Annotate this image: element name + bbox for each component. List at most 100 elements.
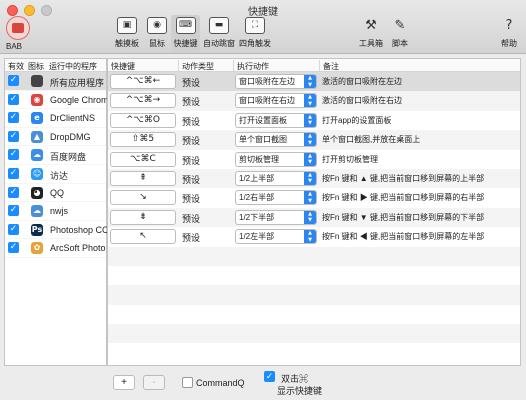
shortcut-row[interactable]: ↘ 预设 1/2右半部 ▲ ▼ 按Fn 键和 ▶ 键,把当前窗口移到屏幕的右半部	[108, 188, 520, 207]
note-label: 打开app的设置面板	[322, 115, 392, 125]
header-icon[interactable]: 图标	[28, 61, 44, 72]
action-select[interactable]: 剪切板管理 ▲ ▼	[235, 151, 317, 167]
chevron-updown-icon: ▲ ▼	[304, 191, 316, 205]
baidu-netdisk-icon: ☁	[31, 149, 43, 162]
app-list-item[interactable]: ✓ ☺ 访达	[5, 165, 106, 184]
app-name-label: QQ	[50, 187, 65, 198]
help-icon: ?	[505, 18, 513, 33]
pencil-icon: ✎	[394, 18, 406, 33]
app-list-item[interactable]: ✓ ◕ QQ	[5, 184, 106, 203]
chevron-updown-icon: ▲ ▼	[304, 75, 316, 88]
app-list-item[interactable]: ✓ ◉ Google Chrome	[5, 91, 108, 110]
chevron-updown-icon: ▲ ▼	[304, 133, 316, 147]
commandq-checkbox[interactable]	[182, 377, 193, 388]
dropdmg-icon: ▲	[31, 130, 43, 143]
shortcut-table: 快捷键 动作类型 执行动作 备注 ^⌥⌘← 预设 窗口吸附在左边 ▲ ▼ 激活的窗口吸附在…	[107, 58, 521, 366]
corners-icon: ⛶	[245, 17, 265, 34]
empty-row	[108, 324, 520, 344]
header-action[interactable]: 执行动作	[234, 61, 269, 72]
shortcut-key-field[interactable]: ⇞	[110, 170, 176, 186]
shortcut-key-field[interactable]: ↖	[110, 229, 176, 245]
app-list-item[interactable]: ✓ e DrClientNS	[5, 109, 106, 128]
shortcut-key-field[interactable]: ↘	[110, 190, 176, 206]
apple-icon	[31, 75, 43, 87]
action-select-value: 1/2右半部	[239, 193, 275, 203]
action-type-label: 预设	[182, 155, 201, 166]
app-name-label: DropDMG	[50, 131, 91, 142]
shortcut-key-field[interactable]: ^⌥⌘→	[110, 93, 176, 109]
chevron-updown-icon: ▲ ▼	[304, 210, 316, 224]
app-list-item[interactable]: ✓ ☁ 百度网盘	[5, 146, 106, 165]
toolbar-label: 快捷键	[173, 39, 198, 48]
app-name-label: Photoshop CC	[50, 224, 108, 235]
app-list-item[interactable]: ✓ Ps Photoshop CC	[5, 221, 108, 240]
shortcut-key-field[interactable]: ^⌥⌘O	[110, 112, 176, 128]
enabled-checkbox[interactable]: ✓	[8, 223, 19, 235]
enabled-checkbox[interactable]: ✓	[8, 186, 19, 198]
header-running-apps[interactable]: 运行中的程序	[49, 61, 97, 72]
shortcut-row[interactable]: ⇟ 预设 1/2下半部 ▲ ▼ 按Fn 键和 ▼ 键,把当前窗口移到屏幕的下半部	[108, 207, 520, 228]
app-list-item[interactable]: ✓ 所有应用程序	[5, 72, 106, 91]
shortcut-row[interactable]: ^⌥⌘← 预设 窗口吸附在左边 ▲ ▼ 激活的窗口吸附在左边	[108, 72, 520, 92]
doubleclick-checkbox[interactable]: ✓	[264, 371, 275, 382]
action-select[interactable]: 1/2右半部 ▲ ▼	[235, 190, 317, 206]
app-name-label: Google Chrome	[50, 94, 108, 105]
shortcut-key-field[interactable]: ⇟	[110, 209, 176, 225]
toolbar-shortcuts-button[interactable]: ⌨ 快捷键	[171, 15, 200, 52]
add-shortcut-button[interactable]: +	[113, 375, 135, 390]
toolbar-touchpad-button[interactable]: ▣ 触摸板	[114, 17, 140, 49]
enabled-checkbox[interactable]: ✓	[8, 130, 19, 142]
shortcut-key-field[interactable]: ⇧⌘5	[110, 132, 176, 148]
app-list-panel: 有效 图标 运行中的程序 ✓ 所有应用程序 ✓ ◉ Google Chrome ✓ e DrC…	[4, 58, 108, 366]
drclient-icon: e	[31, 112, 43, 125]
remove-shortcut-button[interactable]: -	[143, 375, 165, 390]
app-list-item[interactable]: ✓ ☁ nwjs	[5, 202, 106, 221]
app-list-item[interactable]: ✓ ✿ ArcSoft Photo	[5, 239, 106, 258]
action-select[interactable]: 1/2上半部 ▲ ▼	[235, 170, 317, 186]
toolbar-script-button[interactable]: ✎ 脚本	[388, 17, 412, 49]
header-enabled[interactable]: 有效	[8, 61, 24, 72]
toolbar-auto-jump-button[interactable]: ▬ 自动跳窗	[202, 17, 236, 49]
shortcut-row[interactable]: ^⌥⌘O 预设 打开设置面板 ▲ ▼ 打开app的设置面板	[108, 111, 520, 130]
toolbar-mouse-button[interactable]: ◉ 鼠标	[144, 17, 170, 49]
action-select[interactable]: 单个窗口截图 ▲ ▼	[235, 132, 317, 148]
app-list-item[interactable]: ✓ ▲ DropDMG	[5, 128, 106, 147]
action-select[interactable]: 窗口吸附在右边 ▲ ▼	[235, 93, 317, 109]
note-label: 激活的窗口吸附在右边	[322, 96, 402, 106]
toolbar-toolbox-button[interactable]: ⚒ 工具箱	[358, 17, 384, 49]
shortcut-row[interactable]: ^⌥⌘→ 预设 窗口吸附在右边 ▲ ▼ 激活的窗口吸附在右边	[108, 91, 520, 111]
chevron-updown-icon: ▲ ▼	[304, 171, 316, 185]
enabled-checkbox[interactable]: ✓	[8, 242, 19, 254]
shortcut-row[interactable]: ⇧⌘5 预设 单个窗口截图 ▲ ▼ 单个窗口截图,并放在桌面上	[108, 130, 520, 150]
app-name-label: ArcSoft Photo	[50, 243, 106, 254]
speech-bubble-icon: ▬	[209, 17, 229, 34]
action-type-label: 预设	[182, 116, 201, 127]
shortcut-row[interactable]: ⇞ 预设 1/2上半部 ▲ ▼ 按Fn 键和 ▲ 键,把当前窗口移到屏幕的上半部	[108, 168, 520, 189]
action-select[interactable]: 窗口吸附在左边 ▲ ▼	[235, 74, 317, 89]
doubleclick-sublabel: 显示快捷键	[277, 386, 323, 396]
shortcut-key-field[interactable]: ^⌥⌘←	[110, 74, 176, 89]
action-select-value: 1/2上半部	[239, 173, 275, 183]
action-select-value: 1/2下半部	[239, 212, 275, 222]
shortcut-row[interactable]: ↖ 预设 1/2左半部 ▲ ▼ 按Fn 键和 ◀ 键,把当前窗口移到屏幕的左半部	[108, 227, 520, 246]
action-select[interactable]: 1/2左半部 ▲ ▼	[235, 229, 317, 245]
shortcut-key-field[interactable]: ⌥⌘C	[110, 151, 176, 167]
enabled-checkbox[interactable]: ✓	[8, 205, 19, 217]
shortcut-row[interactable]: ⌥⌘C 预设 剪切板管理 ▲ ▼ 打开剪切板管理	[108, 150, 520, 169]
toolbar-label: 触摸板	[115, 39, 139, 48]
enabled-checkbox[interactable]: ✓	[8, 75, 19, 86]
action-select[interactable]: 打开设置面板 ▲ ▼	[235, 112, 317, 128]
header-action-type[interactable]: 动作类型	[179, 61, 214, 72]
shortcut-table-header: 快捷键 动作类型 执行动作 备注	[108, 59, 520, 72]
enabled-checkbox[interactable]: ✓	[8, 149, 19, 161]
header-shortcut[interactable]: 快捷键	[108, 61, 135, 72]
enabled-checkbox[interactable]: ✓	[8, 112, 19, 124]
header-note[interactable]: 备注	[320, 61, 339, 72]
action-select-value: 1/2左半部	[239, 232, 275, 242]
toolbar-hot-corners-button[interactable]: ⛶ 四角触发	[238, 17, 272, 49]
nwjs-icon: ☁	[31, 205, 43, 218]
action-select[interactable]: 1/2下半部 ▲ ▼	[235, 209, 317, 225]
toolbar-help-button[interactable]: ? 帮助	[498, 17, 520, 49]
enabled-checkbox[interactable]: ✓	[8, 93, 19, 105]
enabled-checkbox[interactable]: ✓	[8, 167, 19, 179]
